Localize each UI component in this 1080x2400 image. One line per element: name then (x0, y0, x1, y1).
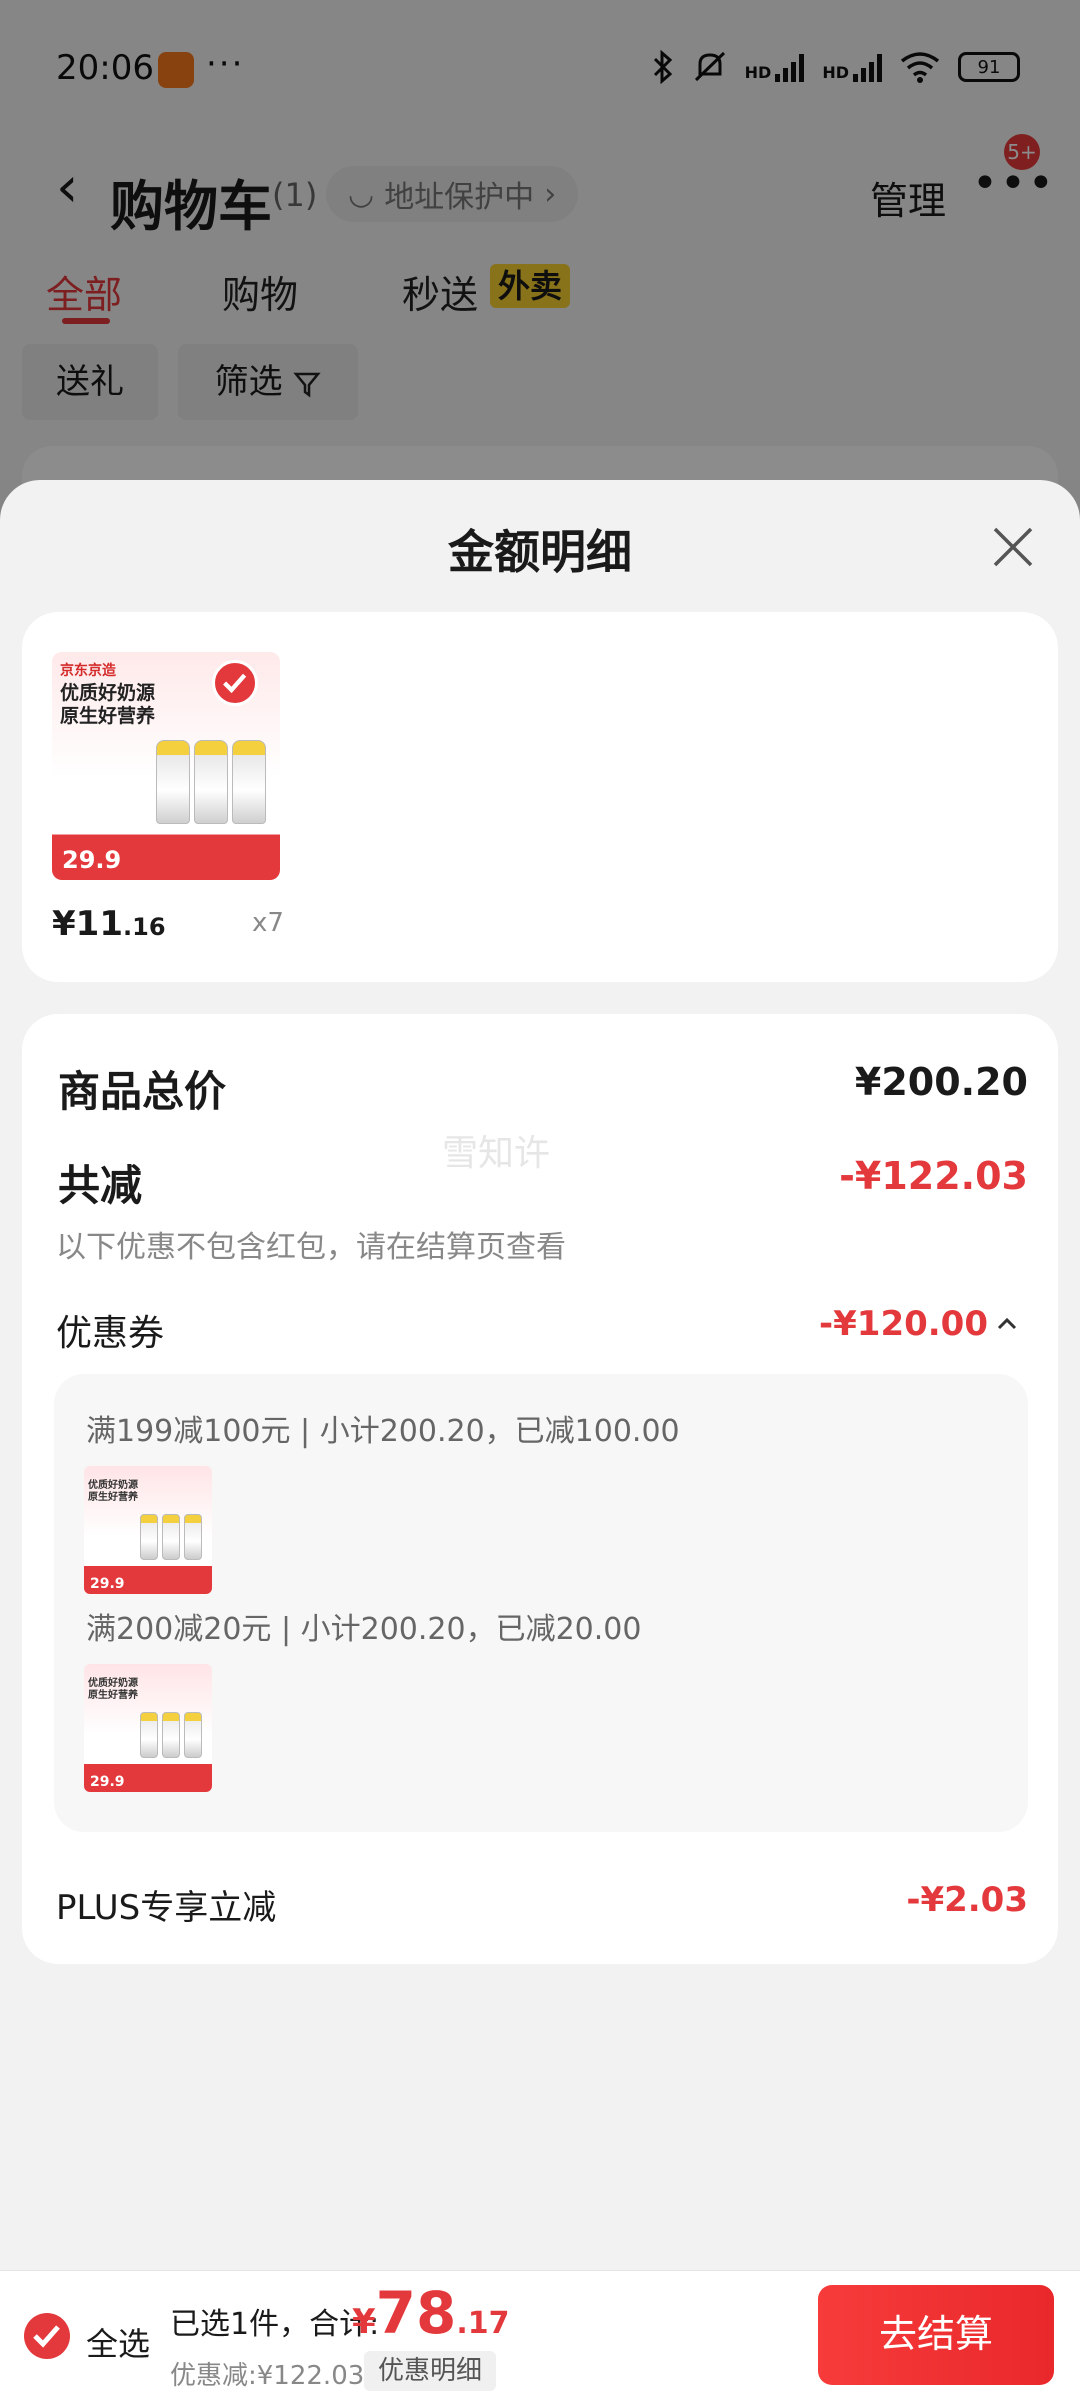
total-decimal: .17 (456, 2306, 510, 2341)
thumb-headline-1: 优质好奶源 (88, 1678, 138, 1689)
price-integer: 11 (75, 904, 123, 944)
sheet-title: 金额明细 (448, 525, 632, 579)
milk-bottle-icon (162, 1712, 180, 1758)
coupon-rule: 满199减100元 | 小计200.20，已减100.00 (86, 1414, 680, 1449)
product-card: 京东京造 优质好奶源 原生好营养 29.9 ¥11.16 x7 (22, 612, 1058, 982)
coupon-rule: 满200减20元 | 小计200.20，已减20.00 (86, 1612, 642, 1647)
close-icon[interactable] (990, 524, 1036, 570)
product-image-price: 29.9 (62, 846, 122, 874)
select-all-label[interactable]: 全选 (86, 2319, 150, 2365)
discount-detail-button[interactable]: 优惠明细 (364, 2351, 497, 2391)
milk-bottle-icon (140, 1712, 158, 1758)
milk-bottle-icon (140, 1514, 158, 1560)
total-price: ¥78.17 (352, 2279, 510, 2347)
check-icon[interactable] (212, 660, 258, 706)
headline-line-2: 原生好营养 (60, 705, 156, 727)
checkout-button[interactable]: 去结算 (818, 2285, 1054, 2385)
coupon-product-thumbnail: 优质好奶源 原生好营养 29.9 (84, 1664, 212, 1792)
discount-note: 以下优惠不包含红包，请在结算页查看 (56, 1230, 566, 1265)
thumb-headline: 优质好奶源 原生好营养 (88, 1480, 138, 1504)
thumb-headline-2: 原生好营养 (88, 1690, 138, 1701)
total-currency: ¥ (352, 2302, 376, 2342)
amount-detail-sheet: 金额明细 京东京造 优质好奶源 原生好营养 29.9 ¥11.16 x7 商品总… (0, 480, 1080, 2270)
thumb-headline-1: 优质好奶源 (88, 1480, 138, 1491)
goods-total-label: 商品总价 (58, 1067, 227, 1116)
price-currency: ¥ (52, 904, 76, 944)
select-all-checkbox[interactable] (24, 2313, 70, 2359)
discount-summary: 优惠减:¥122.03 (170, 2361, 365, 2391)
milk-bottle-icon (232, 740, 266, 824)
thumb-price: 29.9 (90, 1576, 125, 1592)
product-quantity: x7 (252, 908, 284, 938)
chevron-up-icon (997, 1317, 1017, 1330)
thumb-headline: 优质好奶源 原生好营养 (88, 1678, 138, 1702)
watermark: 雪知许 (442, 1133, 551, 1174)
milk-bottle-icon (194, 740, 228, 824)
price-decimal: .16 (123, 913, 166, 941)
product-image-headline: 优质好奶源 原生好营养 (60, 682, 155, 728)
modal-overlay[interactable] (0, 0, 1080, 540)
product-image-brand: 京东京造 (60, 663, 116, 679)
total-integer: 78 (375, 2279, 457, 2347)
plus-discount-value: -¥2.03 (906, 1880, 1028, 1920)
milk-bottle-icon (156, 740, 190, 824)
coupon-detail-box: 满199减100元 | 小计200.20，已减100.00 优质好奶源 原生好营养… (54, 1374, 1028, 1832)
coupon-product-thumbnail: 优质好奶源 原生好营养 29.9 (84, 1466, 212, 1594)
milk-bottle-icon (184, 1514, 202, 1560)
thumb-headline-2: 原生好营养 (88, 1492, 138, 1503)
total-discount-value: -¥122.03 (839, 1154, 1028, 1198)
total-discount-label: 共减 (58, 1161, 143, 1210)
goods-total-value: ¥200.20 (854, 1060, 1028, 1104)
product-price: ¥11.16 (52, 904, 166, 944)
amount-detail-card: 商品总价 ¥200.20 雪知许 共减 -¥122.03 以下优惠不包含红包，请… (22, 1014, 1058, 1964)
selected-summary: 已选1件，合计: (170, 2307, 380, 2342)
milk-bottle-icon (184, 1712, 202, 1758)
thumb-price: 29.9 (90, 1774, 125, 1790)
checkout-bar: 全选 已选1件，合计: ¥78.17 优惠减:¥122.03 优惠明细 去结算 (0, 2270, 1080, 2400)
coupon-value: -¥120.00 (819, 1304, 988, 1344)
plus-discount-label: PLUS专享立减 (56, 1888, 277, 1928)
coupon-toggle[interactable]: -¥120.00 (819, 1304, 1018, 1344)
headline-line-1: 优质好奶源 (60, 682, 156, 704)
coupon-label: 优惠券 (56, 1313, 165, 1354)
milk-bottle-icon (162, 1514, 180, 1560)
